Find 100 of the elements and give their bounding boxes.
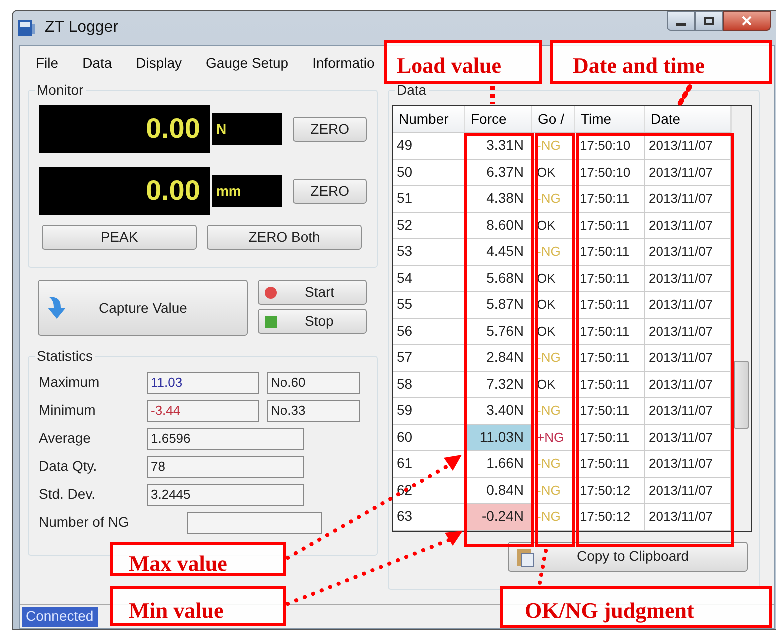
callout-label: Date and time [550, 40, 772, 84]
table-cell: 2013/11/07 [645, 239, 731, 264]
table-cell: 17:50:11 [575, 292, 645, 318]
stat-number-field: No.60 [267, 372, 360, 394]
judgment-cell: -NG [532, 504, 575, 530]
stat-label: Maximum [39, 373, 101, 392]
table-cell: 51 [393, 186, 465, 212]
table-cell: 56 [393, 318, 465, 344]
table-cell: 17:50:11 [575, 398, 645, 424]
stat-label: Std. Dev. [39, 485, 97, 504]
table-cell: 17:50:11 [575, 345, 645, 370]
table-cell: 2013/11/07 [645, 133, 731, 158]
monitor-button[interactable]: PEAK [42, 225, 197, 250]
table-cell: 17:50:12 [575, 478, 645, 503]
judgment-cell: -NG [532, 239, 575, 264]
table-cell: 17:50:11 [575, 266, 645, 291]
leader-line [678, 84, 692, 106]
table-cell: 17:50:11 [575, 424, 645, 450]
table-cell: 2013/11/07 [645, 266, 731, 291]
menu-item[interactable]: Informatio [312, 52, 375, 74]
stop-button[interactable]: Stop [258, 309, 367, 334]
table-cell: 2013/11/07 [645, 451, 731, 476]
table-cell: 60 [393, 424, 465, 450]
display-value: 0.00 [39, 105, 210, 153]
table-cell: 2013/11/07 [645, 398, 731, 424]
app-icon [17, 18, 37, 38]
force-cell: -0.24N [465, 504, 532, 530]
down-arrow-icon [45, 295, 69, 321]
menu-item[interactable]: Data [82, 52, 112, 74]
table-cell: 2013/11/07 [645, 318, 731, 344]
table-cell: 55 [393, 292, 465, 318]
callout-label: OK/NG judgment [500, 586, 772, 628]
stat-field: 78 [147, 456, 304, 478]
judgment-cell: -NG [532, 478, 575, 503]
stat-field: 11.03 [147, 372, 259, 394]
table-cell: 17:50:10 [575, 133, 645, 158]
table-cell: 17:50:11 [575, 451, 645, 476]
column-header[interactable]: Number [393, 106, 465, 132]
zero-button[interactable]: ZERO [293, 116, 367, 142]
stat-label: Number of NG [39, 513, 130, 532]
table-cell: 2013/11/07 [645, 345, 731, 370]
judgment-cell: -NG [532, 398, 575, 424]
callout-label: Max value [110, 542, 286, 576]
table-cell: 17:50:12 [575, 504, 645, 530]
menu-item[interactable]: Gauge Setup [206, 52, 289, 74]
leader-line [538, 549, 548, 585]
stop-icon [265, 316, 277, 328]
table-cell: 2013/11/07 [645, 292, 731, 318]
judgment-cell: -NG [532, 451, 575, 476]
unit-label: N [212, 113, 282, 145]
table-cell: 2013/11/07 [645, 186, 731, 212]
maximize-button[interactable] [695, 11, 723, 31]
display-value: 0.00 [39, 167, 210, 215]
table-cell: 58 [393, 372, 465, 397]
judgment-cell: OK [532, 372, 575, 397]
table-cell: 54 [393, 266, 465, 291]
judgment-cell: +NG [532, 424, 575, 450]
table-cell: 53 [393, 239, 465, 264]
status-connected: Connected [22, 606, 98, 626]
stat-field: -3.44 [147, 400, 259, 422]
column-header[interactable]: Time [575, 106, 645, 132]
judgment-cell: -NG [532, 345, 575, 370]
table-cell: 2013/11/07 [645, 478, 731, 503]
table-cell: 63 [393, 504, 465, 530]
menu-item[interactable]: Display [136, 52, 182, 74]
judgment-cell: OK [532, 266, 575, 291]
callout-label: Load value [384, 40, 542, 84]
start-button[interactable]: Start [258, 280, 367, 305]
table-cell: 2013/11/07 [645, 504, 731, 530]
callout-label: Min value [110, 586, 286, 626]
judgment-cell: -NG [532, 186, 575, 212]
close-button[interactable] [723, 11, 771, 31]
table-cell: 2013/11/07 [645, 212, 731, 238]
table-cell: 17:50:10 [575, 160, 645, 185]
close-icon [742, 16, 752, 26]
judgment-cell: OK [532, 212, 575, 238]
column-header[interactable]: Go / [532, 106, 575, 132]
table-cell: 17:50:11 [575, 239, 645, 264]
stat-number-field: No.33 [267, 400, 360, 422]
table-cell: 17:50:11 [575, 212, 645, 238]
table-cell: 50 [393, 160, 465, 185]
capture-value-button[interactable]: Capture Value [38, 280, 248, 336]
record-icon [265, 286, 277, 298]
table-cell: 17:50:11 [575, 318, 645, 344]
menu-item[interactable]: File [36, 52, 59, 74]
stat-field: 3.2445 [147, 484, 304, 506]
stat-label: Data Qty. [39, 457, 98, 476]
monitor-button[interactable]: ZERO Both [207, 225, 362, 250]
judgment-cell: OK [532, 292, 575, 318]
zero-button[interactable]: ZERO [293, 178, 367, 204]
minimize-button[interactable] [667, 11, 695, 31]
unit-label: mm [212, 175, 282, 207]
leader-line [490, 86, 496, 104]
column-header[interactable]: Force [465, 106, 532, 132]
table-cell: 59 [393, 398, 465, 424]
table-cell: 17:50:11 [575, 372, 645, 397]
window-title: ZT Logger [45, 18, 119, 38]
table-cell: 2013/11/07 [645, 372, 731, 397]
table-cell: 2013/11/07 [645, 424, 731, 450]
stat-label: Average [39, 429, 92, 448]
